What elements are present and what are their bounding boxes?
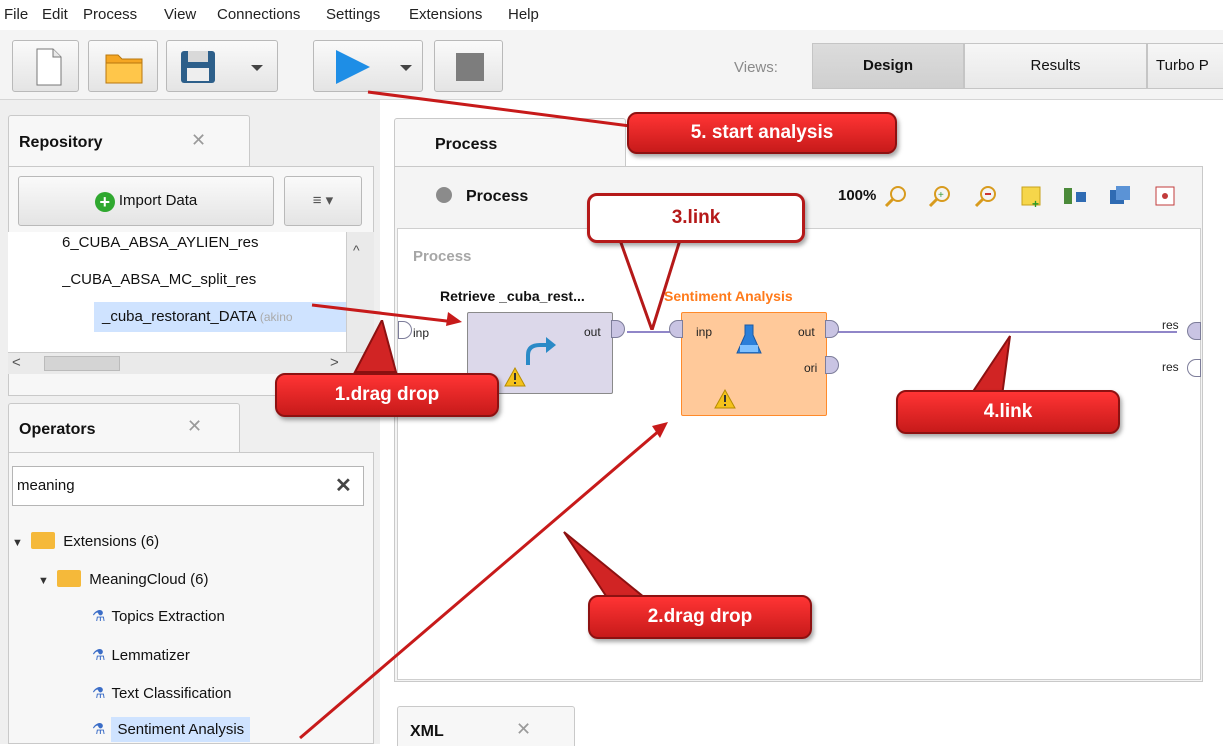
callout-link-3: 3.link xyxy=(587,193,805,243)
callout-drag-drop-2: 2.drag drop xyxy=(588,595,812,639)
arrowhead-icon xyxy=(446,312,462,326)
arrow-start-analysis xyxy=(367,90,631,128)
callout-link-4: 4.link xyxy=(896,390,1120,434)
callout-drag-drop-1: 1.drag drop xyxy=(275,373,499,417)
callout-start-analysis: 5. start analysis xyxy=(627,112,897,154)
